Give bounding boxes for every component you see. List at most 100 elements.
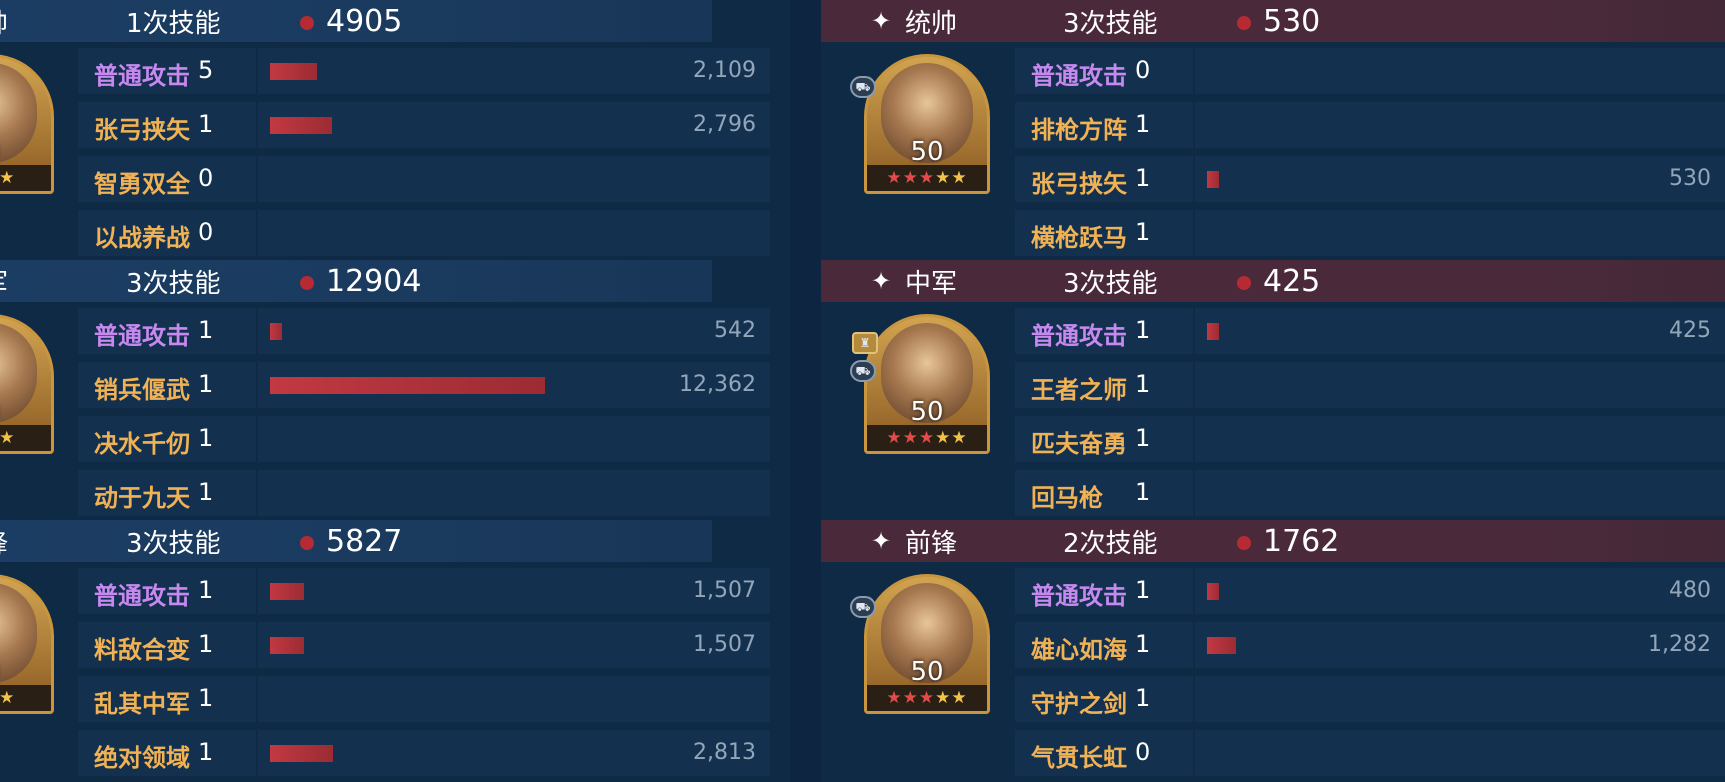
skill-trigger-count: 1 [198, 630, 214, 658]
troop-type-icon: ⛟ [850, 76, 876, 98]
skill-name[interactable]: 匹夫奋勇 [1031, 424, 1127, 459]
row-divider [256, 568, 258, 614]
skill-name[interactable]: 料敌合变 [94, 630, 190, 665]
damage-bar [1207, 583, 1219, 600]
hero-portrait[interactable]: 0★★★ [0, 54, 54, 194]
section-header: 帅 1次技能 4905 [0, 0, 712, 42]
skill-row: 王者之师 1 [1015, 362, 1725, 408]
damage-value: 480 [1669, 578, 1711, 603]
row-divider [256, 308, 258, 354]
role-label: 军 [0, 263, 8, 300]
skill-name[interactable]: 销兵偃武 [94, 370, 190, 405]
row-divider [256, 48, 258, 94]
skill-name[interactable]: 决水千仞 [94, 424, 190, 459]
total-damage: 530 [1263, 3, 1321, 39]
skill-name[interactable]: 绝对领域 [94, 738, 190, 773]
total-damage: 5827 [326, 523, 403, 559]
skill-name[interactable]: 乱其中军 [94, 684, 190, 719]
damage-value: 12,362 [679, 372, 756, 397]
skill-trigger-count: 0 [198, 218, 214, 246]
skill-trigger-count: 1 [1135, 218, 1151, 246]
skill-row: 回马枪 1 [1015, 470, 1725, 516]
row-divider [256, 470, 258, 516]
skill-trigger-count: 0 [1135, 738, 1151, 766]
skill-trigger-count: 1 [1135, 370, 1151, 398]
skill-name[interactable]: 普通攻击 [1031, 316, 1127, 351]
hero-level: 0 [0, 657, 51, 687]
skill-name[interactable]: 雄心如海 [1031, 630, 1127, 665]
hero-portrait[interactable]: 0★★★ [0, 314, 54, 454]
damage-bar [1207, 323, 1219, 340]
damage-dot-icon [1237, 276, 1251, 290]
hero-portrait[interactable]: 50 ★★★★★ [864, 314, 990, 454]
skill-row: 张弓挟矢 1 2,796 [78, 102, 770, 148]
row-divider [1193, 156, 1195, 202]
skill-row: 雄心如海 1 1,282 [1015, 622, 1725, 668]
skill-trigger-count: 1 [198, 316, 214, 344]
row-divider [1193, 676, 1195, 722]
damage-value: 1,507 [693, 578, 756, 603]
skill-row: 料敌合变 1 1,507 [78, 622, 770, 668]
skill-trigger-count: 1 [1135, 164, 1151, 192]
hero-level: 50 [910, 657, 944, 687]
skill-count-label: 3次技能 [1063, 8, 1158, 39]
row-divider [256, 362, 258, 408]
skill-name[interactable]: 张弓挟矢 [1031, 164, 1127, 199]
skill-row: 气贯长虹 0 [1015, 730, 1725, 776]
damage-value: 425 [1669, 318, 1711, 343]
row-divider [1193, 416, 1195, 462]
damage-dot-icon [300, 536, 314, 550]
row-divider [1193, 102, 1195, 148]
hero-portrait[interactable]: 50 ★★★★★ [864, 54, 990, 194]
troop-type-icon: ⛟ [850, 596, 876, 618]
hero-stars: ★★★ [0, 165, 51, 191]
sparkle-icon: ✦ [871, 267, 892, 295]
damage-dot-icon [1237, 16, 1251, 30]
hero-portrait[interactable]: 50 ★★★★★ [864, 574, 990, 714]
skill-name[interactable]: 普通攻击 [94, 576, 190, 611]
skill-trigger-count: 1 [198, 110, 214, 138]
skill-trigger-count: 1 [198, 684, 214, 712]
hero-stars: ★★★★★ [867, 165, 987, 191]
skill-name[interactable]: 以战养战 [94, 218, 190, 253]
skill-name[interactable]: 气贯长虹 [1031, 738, 1127, 773]
skill-count-label: 1次技能 [126, 8, 221, 39]
damage-value: 2,796 [693, 112, 756, 137]
skill-row: 绝对领域 1 2,813 [78, 730, 770, 776]
damage-value: 542 [714, 318, 756, 343]
skill-name[interactable]: 排枪方阵 [1031, 110, 1127, 145]
skill-name[interactable]: 普通攻击 [1031, 576, 1127, 611]
skill-name[interactable]: 普通攻击 [94, 56, 190, 91]
skill-count-label: 3次技能 [126, 528, 221, 559]
damage-value: 2,813 [693, 740, 756, 765]
skill-name[interactable]: 守护之剑 [1031, 684, 1127, 719]
skill-name[interactable]: 张弓挟矢 [94, 110, 190, 145]
skill-trigger-count: 1 [1135, 684, 1151, 712]
skill-trigger-count: 1 [198, 576, 214, 604]
section-header: ✦ 统帅 3次技能 530 [821, 0, 1725, 42]
hero-portrait[interactable]: 0★★★ [0, 574, 54, 714]
hero-stars: ★★★★★ [867, 425, 987, 451]
skill-name[interactable]: 动于九天 [94, 478, 190, 513]
skill-name[interactable]: 王者之师 [1031, 370, 1127, 405]
row-divider [256, 416, 258, 462]
skill-name[interactable]: 横枪跃马 [1031, 218, 1127, 253]
role-label: 统帅 [905, 8, 958, 39]
skill-row: 普通攻击 1 425 [1015, 308, 1725, 354]
skill-name[interactable]: 智勇双全 [94, 164, 190, 199]
row-divider [1193, 568, 1195, 614]
damage-bar [270, 117, 332, 134]
skill-count-label: 2次技能 [1063, 528, 1158, 559]
sparkle-icon: ✦ [871, 7, 892, 35]
skill-trigger-count: 1 [1135, 316, 1151, 344]
skill-name[interactable]: 普通攻击 [94, 316, 190, 351]
total-damage: 1762 [1263, 523, 1340, 559]
skill-trigger-count: 1 [198, 370, 214, 398]
skill-name[interactable]: 普通攻击 [1031, 56, 1127, 91]
hero-stars: ★★★ [0, 425, 51, 451]
skill-name[interactable]: 回马枪 [1031, 478, 1103, 513]
row-divider [256, 676, 258, 722]
row-divider [256, 156, 258, 202]
section-header: 军 3次技能 12904 [0, 260, 712, 302]
right-section-1: ✦ 统帅 3次技能 530 50 ★★★★★ ⛟ 普通攻击 0 排枪方阵 1 张弓挟矢 1 530 横枪跃马… [821, 0, 1725, 260]
